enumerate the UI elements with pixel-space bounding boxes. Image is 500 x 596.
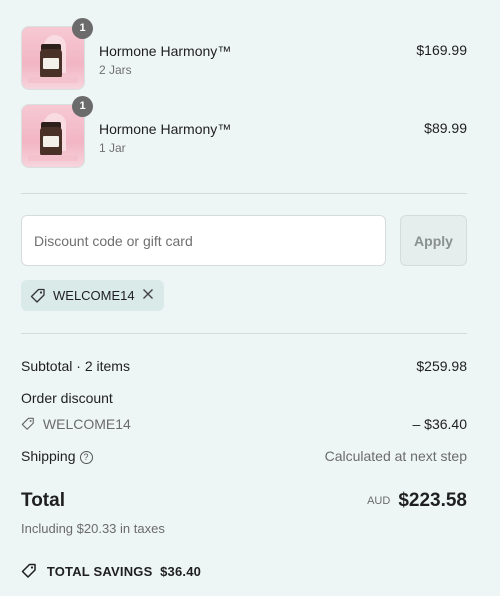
order-summary: 1 Hormone Harmony™ 2 Jars $169.99 1 Horm… [0, 0, 500, 596]
quantity-badge: 1 [72, 96, 93, 117]
product-name: Hormone Harmony™ [99, 121, 232, 137]
savings-value: $36.40 [160, 564, 202, 579]
subtotal-label: Subtotal · 2 items [21, 358, 130, 374]
product-name: Hormone Harmony™ [99, 43, 232, 59]
applied-code: WELCOME14 [53, 288, 135, 303]
divider [21, 193, 467, 194]
tag-icon [21, 563, 41, 582]
total-amount-group: AUD $223.58 [367, 490, 467, 512]
subtotal-value: $259.98 [416, 358, 467, 374]
shipping-value: Calculated at next step [324, 448, 467, 464]
shipping-label: Shipping [21, 448, 76, 464]
quantity-badge: 1 [72, 18, 93, 39]
currency-code: AUD [367, 495, 391, 507]
apply-button[interactable]: Apply [400, 215, 467, 266]
product-thumbnail: 1 [21, 18, 93, 90]
line-item: 1 Hormone Harmony™ 1 Jar $89.99 [21, 96, 467, 168]
taxes-note: Including $20.33 in taxes [21, 521, 165, 536]
total-value: $223.58 [398, 490, 467, 511]
product-variant: 1 Jar [99, 141, 126, 155]
savings-label: TOTAL SAVINGS [46, 564, 153, 579]
total-label: Total [21, 490, 65, 511]
discount-code-input[interactable] [21, 215, 386, 266]
close-icon[interactable] [142, 288, 154, 302]
applied-discount-chip: WELCOME14 [21, 280, 164, 311]
discount-code-label: WELCOME14 [42, 416, 131, 432]
product-thumbnail: 1 [21, 96, 93, 168]
total-savings: TOTAL SAVINGS $36.40 [21, 563, 201, 582]
tag-icon [21, 417, 39, 434]
order-discount-label: Order discount [21, 390, 113, 406]
line-item: 1 Hormone Harmony™ 2 Jars $169.99 [21, 18, 467, 90]
product-variant: 2 Jars [99, 63, 132, 77]
discount-value: – $36.40 [412, 416, 468, 432]
product-price: $89.99 [424, 120, 467, 136]
shipping-row: Shipping? [21, 448, 93, 464]
tag-icon [30, 288, 46, 309]
divider [21, 333, 467, 334]
question-circle-icon[interactable]: ? [79, 451, 93, 464]
discount-code-row: WELCOME14 [21, 416, 131, 434]
product-price: $169.99 [416, 42, 467, 58]
